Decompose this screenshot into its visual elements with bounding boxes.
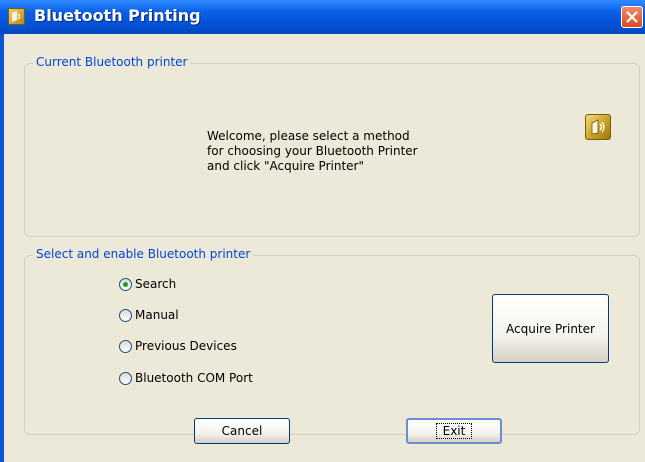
radio-button[interactable] [119,371,132,385]
window-title: Bluetooth Printing [34,6,201,25]
close-button[interactable] [621,6,643,28]
select-printer-legend: Select and enable Bluetooth printer [33,247,254,261]
radio-label: Previous Devices [135,339,237,353]
welcome-message: Welcome, please select a method for choo… [207,129,467,174]
cancel-button[interactable]: Cancel [194,418,290,444]
welcome-line: and click "Acquire Printer" [207,159,364,173]
title-bar[interactable]: Bluetooth Printing [0,0,645,34]
dialog-client-area: Current Bluetooth printer Welcome, pleas… [4,34,645,462]
exit-button[interactable]: Exit [406,418,502,444]
welcome-line: Welcome, please select a method [207,129,410,143]
exit-button-label: Exit [435,423,473,439]
radio-previous-devices[interactable]: Previous Devices [119,337,237,355]
radio-bluetooth-com-port[interactable]: Bluetooth COM Port [119,369,253,387]
radio-button-checked[interactable] [119,277,132,291]
bluetooth-printing-window: Bluetooth Printing Current Bluetooth pri… [0,0,645,462]
current-printer-legend: Current Bluetooth printer [33,55,191,69]
bluetooth-printer-icon [585,114,611,140]
app-icon [8,8,25,25]
radio-button[interactable] [119,339,132,353]
radio-label: Manual [135,308,179,322]
radio-manual[interactable]: Manual [119,306,179,324]
radio-label: Search [135,277,177,291]
radio-search[interactable]: Search [119,275,176,293]
acquire-printer-button[interactable]: Acquire Printer [492,294,609,363]
radio-label: Bluetooth COM Port [135,371,253,385]
radio-button[interactable] [119,308,132,322]
welcome-line: for choosing your Bluetooth Printer [207,144,418,158]
close-icon [626,11,638,23]
